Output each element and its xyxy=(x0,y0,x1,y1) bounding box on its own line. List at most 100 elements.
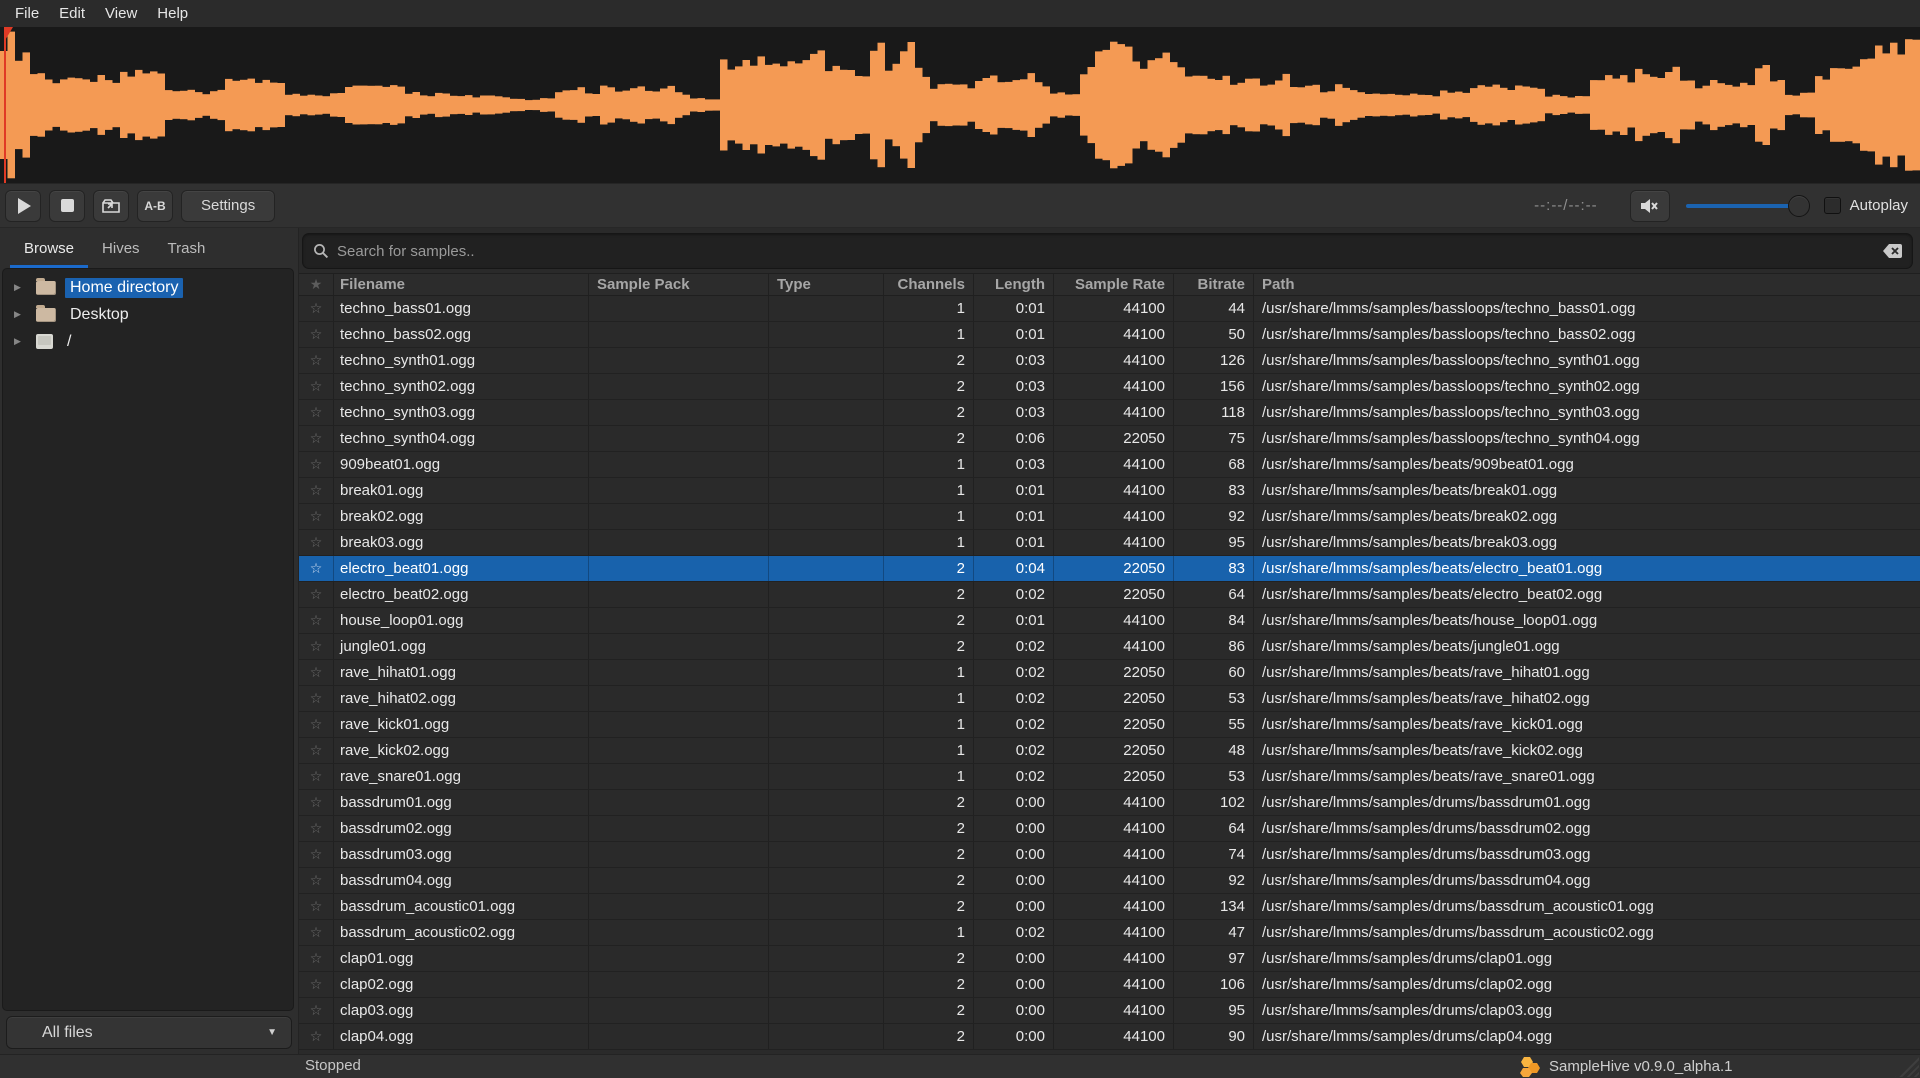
tree-item-home-directory[interactable]: ▶Home directory xyxy=(3,274,293,301)
play-button[interactable] xyxy=(5,190,41,222)
star-outline-icon[interactable]: ☆ xyxy=(310,742,323,759)
table-row[interactable]: ☆rave_kick01.ogg10:022205055/usr/share/l… xyxy=(299,712,1920,738)
table-row[interactable]: ☆clap04.ogg20:004410090/usr/share/lmms/s… xyxy=(299,1024,1920,1050)
star-outline-icon[interactable]: ☆ xyxy=(310,638,323,655)
star-outline-icon[interactable]: ☆ xyxy=(310,612,323,629)
star-outline-icon[interactable]: ☆ xyxy=(310,1002,323,1019)
table-row[interactable]: ☆rave_hihat02.ogg10:022205053/usr/share/… xyxy=(299,686,1920,712)
settings-button[interactable]: Settings xyxy=(181,190,275,222)
star-outline-icon[interactable]: ☆ xyxy=(310,352,323,369)
header-Path[interactable]: Path xyxy=(1254,274,1920,295)
table-row[interactable]: ☆bassdrum03.ogg20:004410074/usr/share/lm… xyxy=(299,842,1920,868)
header-Type[interactable]: Type xyxy=(769,274,884,295)
table-row[interactable]: ☆bassdrum_acoustic01.ogg20:0044100134/us… xyxy=(299,894,1920,920)
star-outline-icon[interactable]: ☆ xyxy=(310,664,323,681)
table-row[interactable]: ☆bassdrum02.ogg20:004410064/usr/share/lm… xyxy=(299,816,1920,842)
cell-channels: 2 xyxy=(884,972,974,997)
table-row[interactable]: ☆break03.ogg10:014410095/usr/share/lmms/… xyxy=(299,530,1920,556)
star-outline-icon[interactable]: ☆ xyxy=(310,560,323,577)
resize-grip[interactable] xyxy=(1895,1056,1919,1077)
loop-ab-button[interactable]: A-B xyxy=(137,190,173,222)
table-row[interactable]: ☆clap01.ogg20:004410097/usr/share/lmms/s… xyxy=(299,946,1920,972)
star-outline-icon[interactable]: ☆ xyxy=(310,456,323,473)
header-Filename[interactable]: Filename xyxy=(334,274,589,295)
table-row[interactable]: ☆techno_bass01.ogg10:014410044/usr/share… xyxy=(299,296,1920,322)
table-row[interactable]: ☆rave_hihat01.ogg10:022205060/usr/share/… xyxy=(299,660,1920,686)
volume-slider-knob[interactable] xyxy=(1788,195,1810,217)
header-favorite[interactable]: ★ xyxy=(299,274,334,295)
star-outline-icon[interactable]: ☆ xyxy=(310,300,323,317)
search-bar[interactable] xyxy=(302,233,1913,269)
header-Sample Pack[interactable]: Sample Pack xyxy=(589,274,769,295)
table-row[interactable]: ☆bassdrum04.ogg20:004410092/usr/share/lm… xyxy=(299,868,1920,894)
star-outline-icon[interactable]: ☆ xyxy=(310,976,323,993)
header-Sample Rate[interactable]: Sample Rate xyxy=(1054,274,1174,295)
tab-hives[interactable]: Hives xyxy=(88,228,154,268)
menu-item-view[interactable]: View xyxy=(105,5,137,22)
cell-sample_pack xyxy=(589,556,769,581)
header-Bitrate[interactable]: Bitrate xyxy=(1174,274,1254,295)
cell-filename: techno_synth01.ogg xyxy=(334,348,589,373)
autoplay-checkbox[interactable] xyxy=(1824,197,1841,214)
tree-item-desktop[interactable]: ▶Desktop xyxy=(3,301,293,328)
tab-browse[interactable]: Browse xyxy=(10,228,88,268)
expander-icon[interactable]: ▶ xyxy=(14,336,28,347)
loop-sample-button[interactable] xyxy=(93,190,129,222)
search-input[interactable] xyxy=(337,243,1875,260)
table-row[interactable]: ☆techno_synth04.ogg20:062205075/usr/shar… xyxy=(299,426,1920,452)
table-row[interactable]: ☆bassdrum01.ogg20:0044100102/usr/share/l… xyxy=(299,790,1920,816)
star-outline-icon[interactable]: ☆ xyxy=(310,430,323,447)
star-outline-icon[interactable]: ☆ xyxy=(310,846,323,863)
star-outline-icon[interactable]: ☆ xyxy=(310,820,323,837)
star-outline-icon[interactable]: ☆ xyxy=(310,482,323,499)
table-row[interactable]: ☆909beat01.ogg10:034410068/usr/share/lmm… xyxy=(299,452,1920,478)
star-outline-icon[interactable]: ☆ xyxy=(310,404,323,421)
table-row[interactable]: ☆house_loop01.ogg20:014410084/usr/share/… xyxy=(299,608,1920,634)
stop-button[interactable] xyxy=(49,190,85,222)
waveform-panel[interactable] xyxy=(0,27,1920,183)
star-outline-icon[interactable]: ☆ xyxy=(310,326,323,343)
star-outline-icon[interactable]: ☆ xyxy=(310,794,323,811)
header-Length[interactable]: Length xyxy=(974,274,1054,295)
table-row[interactable]: ☆break01.ogg10:014410083/usr/share/lmms/… xyxy=(299,478,1920,504)
star-outline-icon[interactable]: ☆ xyxy=(310,716,323,733)
volume-slider[interactable] xyxy=(1686,190,1804,222)
star-outline-icon[interactable]: ☆ xyxy=(310,924,323,941)
star-outline-icon[interactable]: ☆ xyxy=(310,586,323,603)
expander-icon[interactable]: ▶ xyxy=(14,282,28,293)
star-outline-icon[interactable]: ☆ xyxy=(310,768,323,785)
table-row[interactable]: ☆electro_beat02.ogg20:022205064/usr/shar… xyxy=(299,582,1920,608)
table-row[interactable]: ☆clap03.ogg20:004410095/usr/share/lmms/s… xyxy=(299,998,1920,1024)
table-row[interactable]: ☆rave_kick02.ogg10:022205048/usr/share/l… xyxy=(299,738,1920,764)
menu-item-help[interactable]: Help xyxy=(157,5,188,22)
tree-item--[interactable]: ▶/ xyxy=(3,328,293,355)
table-row[interactable]: ☆techno_bass02.ogg10:014410050/usr/share… xyxy=(299,322,1920,348)
star-outline-icon[interactable]: ☆ xyxy=(310,690,323,707)
menu-item-file[interactable]: File xyxy=(15,5,39,22)
table-row[interactable]: ☆techno_synth03.ogg20:0344100118/usr/sha… xyxy=(299,400,1920,426)
table-row[interactable]: ☆techno_synth01.ogg20:0344100126/usr/sha… xyxy=(299,348,1920,374)
cell-type xyxy=(769,998,884,1023)
table-row[interactable]: ☆bassdrum_acoustic02.ogg10:024410047/usr… xyxy=(299,920,1920,946)
clear-search-icon[interactable] xyxy=(1883,244,1902,258)
star-outline-icon[interactable]: ☆ xyxy=(310,378,323,395)
file-filter-dropdown[interactable]: All files ▼ xyxy=(6,1016,292,1049)
table-row[interactable]: ☆rave_snare01.ogg10:022205053/usr/share/… xyxy=(299,764,1920,790)
table-row[interactable]: ☆jungle01.ogg20:024410086/usr/share/lmms… xyxy=(299,634,1920,660)
cell-favorite: ☆ xyxy=(299,790,334,815)
table-row[interactable]: ☆break02.ogg10:014410092/usr/share/lmms/… xyxy=(299,504,1920,530)
star-outline-icon[interactable]: ☆ xyxy=(310,872,323,889)
star-outline-icon[interactable]: ☆ xyxy=(310,534,323,551)
table-row[interactable]: ☆electro_beat01.ogg20:042205083/usr/shar… xyxy=(299,556,1920,582)
star-outline-icon[interactable]: ☆ xyxy=(310,950,323,967)
table-row[interactable]: ☆clap02.ogg20:0044100106/usr/share/lmms/… xyxy=(299,972,1920,998)
menu-item-edit[interactable]: Edit xyxy=(59,5,85,22)
mute-button[interactable] xyxy=(1630,190,1670,222)
header-Channels[interactable]: Channels xyxy=(884,274,974,295)
star-outline-icon[interactable]: ☆ xyxy=(310,898,323,915)
table-row[interactable]: ☆techno_synth02.ogg20:0344100156/usr/sha… xyxy=(299,374,1920,400)
expander-icon[interactable]: ▶ xyxy=(14,309,28,320)
star-outline-icon[interactable]: ☆ xyxy=(310,508,323,525)
star-outline-icon[interactable]: ☆ xyxy=(310,1028,323,1045)
tab-trash[interactable]: Trash xyxy=(154,228,220,268)
